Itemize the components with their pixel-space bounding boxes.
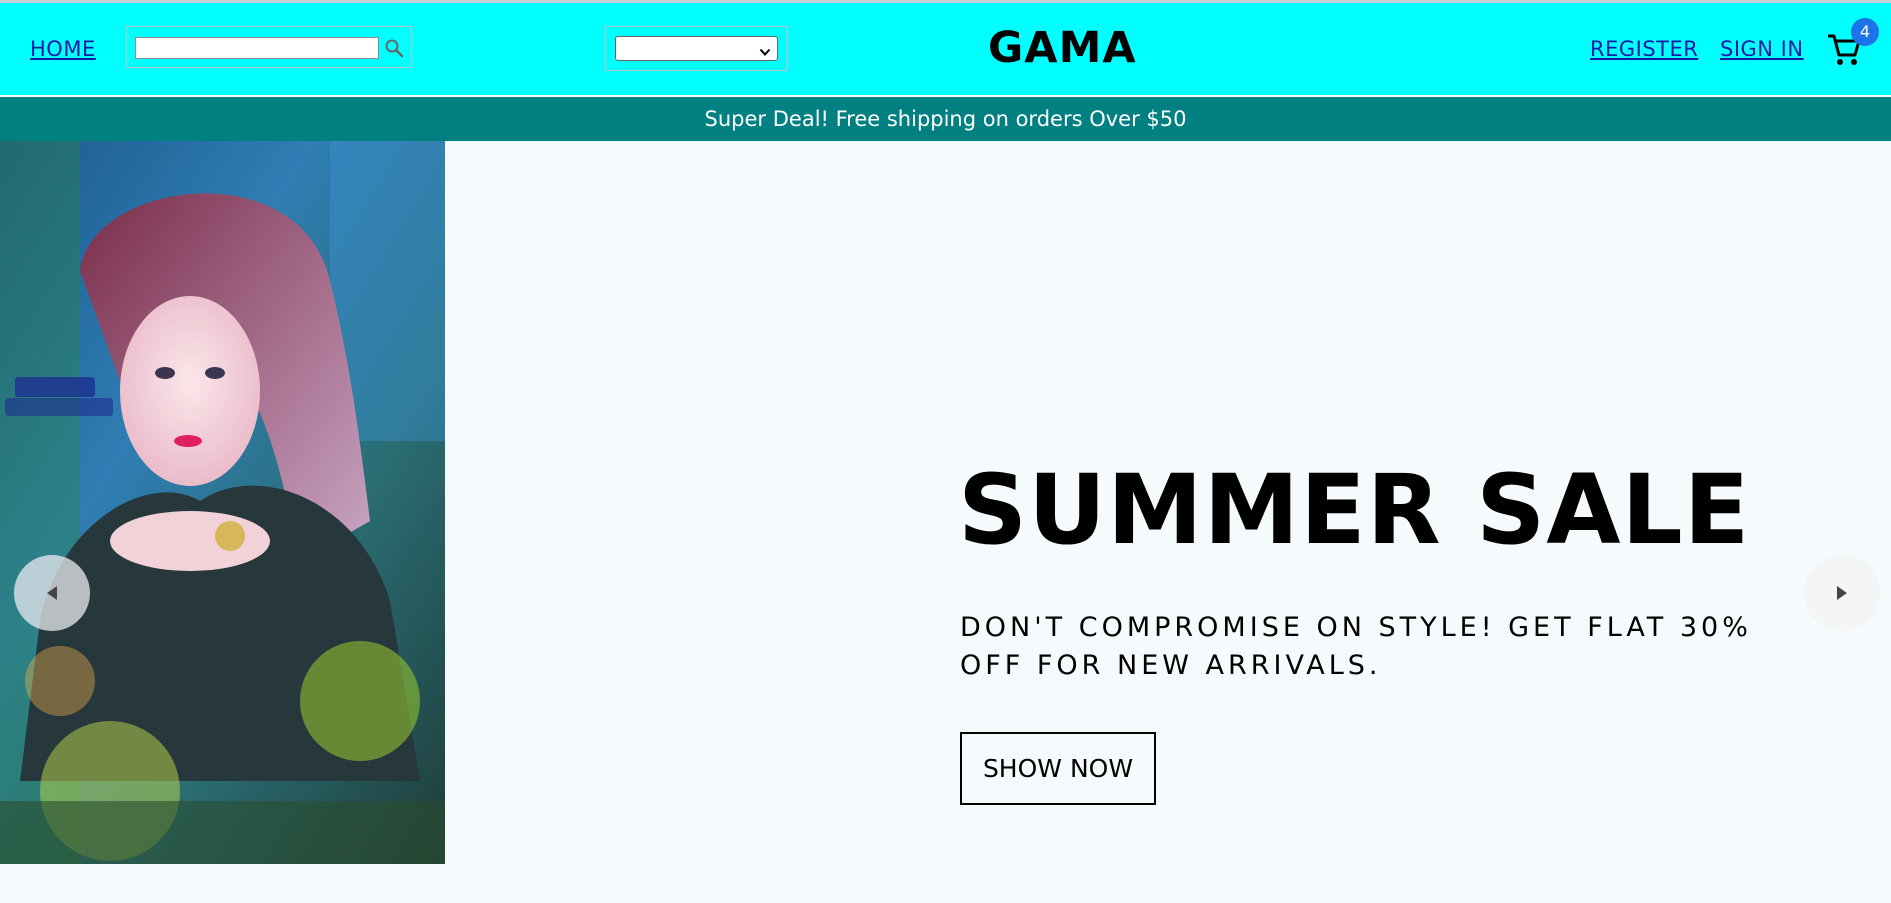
hero-image bbox=[0, 141, 445, 864]
announcement-bar: Super Deal! Free shipping on orders Over… bbox=[0, 97, 1891, 141]
brand-logo[interactable]: GAMA bbox=[988, 23, 1137, 73]
slider-prev-button[interactable] bbox=[14, 555, 90, 631]
navbar: HOME GAMA REGISTER SIGN IN 4 bbox=[0, 3, 1891, 96]
home-link[interactable]: HOME bbox=[30, 37, 96, 61]
select-container bbox=[605, 26, 788, 71]
arrow-left-icon bbox=[47, 586, 57, 600]
search-container bbox=[126, 26, 412, 68]
category-select[interactable] bbox=[615, 36, 778, 61]
slide-description: DON'T COMPROMISE ON STYLE! GET FLAT 30% … bbox=[960, 612, 1752, 681]
search-icon[interactable] bbox=[383, 37, 405, 59]
slide-title: SUMMER SALE bbox=[958, 454, 1751, 567]
show-now-button[interactable]: SHOW NOW bbox=[960, 732, 1156, 805]
slider-next-button[interactable] bbox=[1804, 555, 1880, 631]
arrow-right-icon bbox=[1837, 586, 1847, 600]
search-input[interactable] bbox=[135, 37, 379, 59]
cart-count-badge: 4 bbox=[1851, 18, 1879, 46]
sign-in-link[interactable]: SIGN IN bbox=[1720, 37, 1804, 61]
register-link[interactable]: REGISTER bbox=[1590, 37, 1698, 61]
chevron-down-icon bbox=[759, 43, 771, 56]
